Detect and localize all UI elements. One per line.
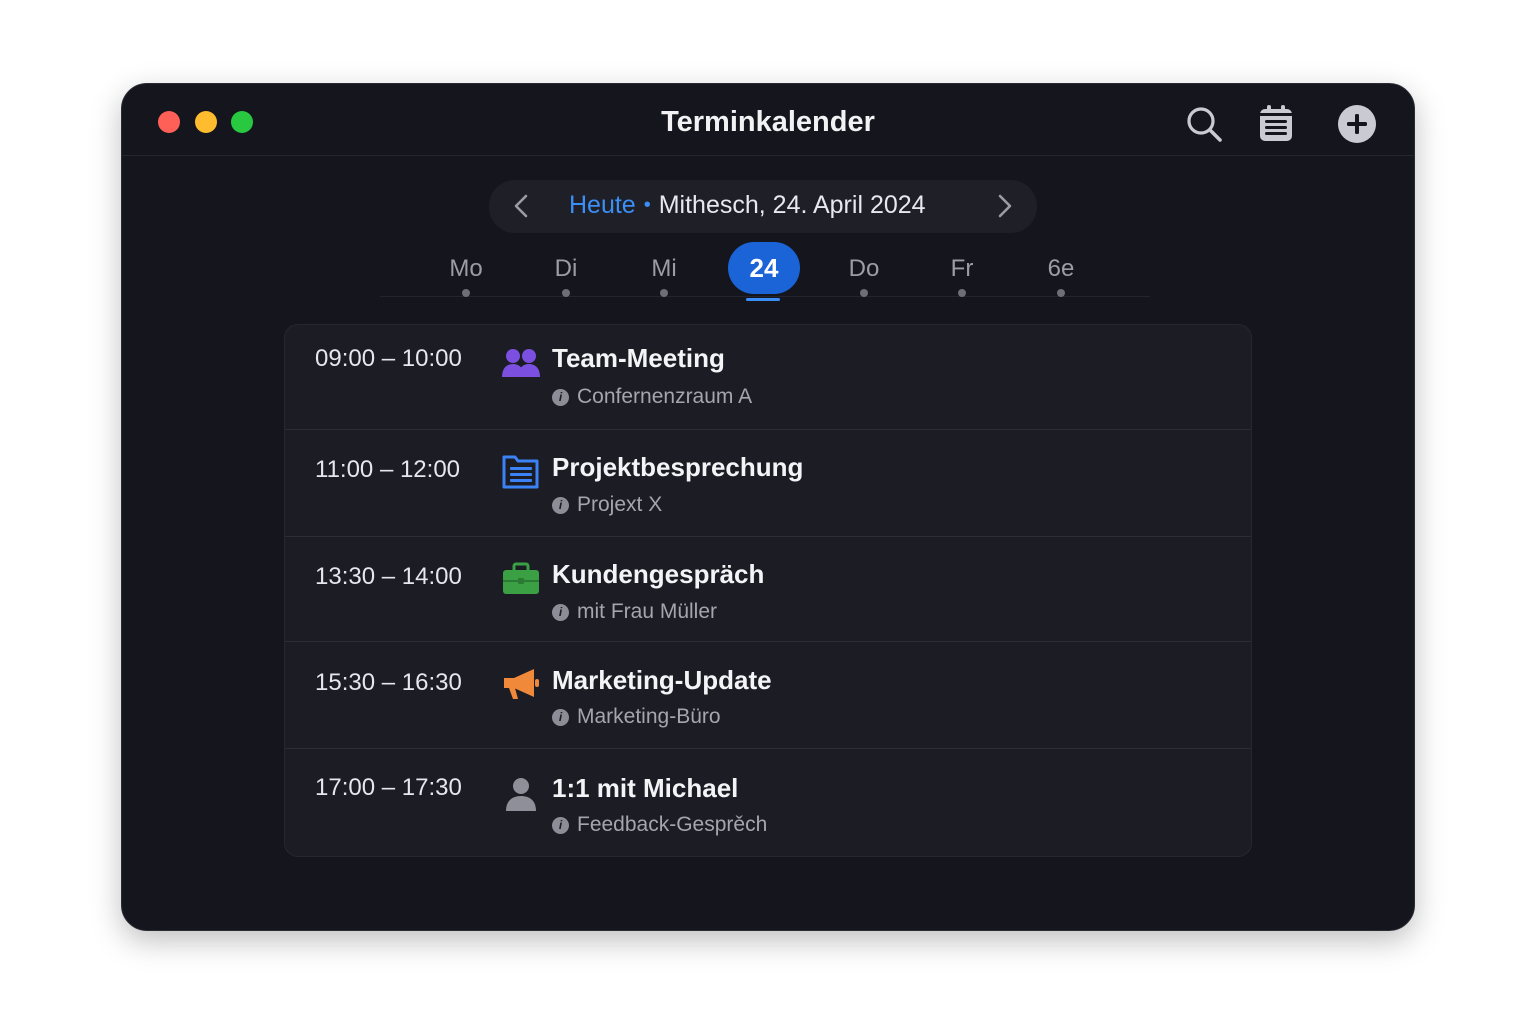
briefcase-icon <box>503 562 539 594</box>
info-icon: i <box>552 604 569 621</box>
date-separator: • <box>643 194 651 216</box>
day-label: 6e <box>1047 255 1075 282</box>
day-di[interactable]: Di <box>530 239 602 297</box>
title-bar: Terminkalender <box>122 84 1414 156</box>
event-time: 09:00 – 10:00 <box>315 345 462 372</box>
event-list: 09:00 – 10:00 Team-Meeting i Confernenzra… <box>284 324 1252 857</box>
event-title: Projektbesprechung <box>552 452 804 482</box>
info-icon: i <box>552 389 569 406</box>
event-title: Marketing-Update <box>552 665 772 695</box>
info-icon: i <box>552 817 569 834</box>
event-time: 17:00 – 17:30 <box>315 774 462 801</box>
event-subtitle: i Feedback-Gesprěch <box>552 813 767 837</box>
info-icon: i <box>552 709 569 726</box>
event-time: 11:00 – 12:00 <box>315 456 461 483</box>
add-event-button[interactable] <box>1337 104 1377 144</box>
date-display: Heute • Mithesch, 24. April 2024 <box>569 191 926 220</box>
week-strip: Mo Di Mi 24 Do Fr 6e <box>380 239 1150 301</box>
event-location: Confernenzraum A <box>577 385 753 408</box>
calendar-list-icon[interactable] <box>1256 104 1296 144</box>
day-fr[interactable]: Fr <box>926 239 998 297</box>
day-label: Mo <box>449 255 483 282</box>
current-date: Mithesch, 24. April 2024 <box>658 191 926 219</box>
event-indicator-dot <box>1057 289 1065 297</box>
today-button[interactable]: Heute <box>569 191 636 219</box>
event-row[interactable]: 13:30 – 14:00 Kundengespräch i mit Frau M… <box>285 537 1251 642</box>
event-subtitle: i Marketing-Büro <box>552 705 721 729</box>
event-indicator-dot <box>860 289 868 297</box>
selected-day-underline <box>746 298 780 301</box>
event-location: mit Frau Müller <box>577 600 718 623</box>
next-day-button[interactable] <box>991 193 1017 219</box>
event-row[interactable]: 09:00 – 10:00 Team-Meeting i Confernenzra… <box>285 325 1251 430</box>
day-label: Di <box>554 255 578 282</box>
event-indicator-dot <box>462 289 470 297</box>
search-icon[interactable] <box>1184 104 1224 144</box>
info-icon: i <box>552 497 569 514</box>
day-selected-24[interactable]: 24 <box>728 242 800 294</box>
day-mi[interactable]: Mi <box>628 239 700 297</box>
document-icon <box>502 455 539 489</box>
event-subtitle: i mit Frau Müller <box>552 600 717 624</box>
megaphone-icon <box>504 669 539 699</box>
event-row[interactable]: 11:00 – 12:00 Projektbesprechung i Projex… <box>285 430 1251 537</box>
people-icon <box>502 349 540 377</box>
person-icon <box>506 778 536 811</box>
previous-day-button[interactable] <box>509 193 535 219</box>
event-indicator-dot <box>660 289 668 297</box>
day-sa[interactable]: 6e <box>1025 239 1097 297</box>
day-label: Fr <box>950 255 974 282</box>
event-indicator-dot <box>958 289 966 297</box>
date-navigator: Heute • Mithesch, 24. April 2024 <box>489 180 1037 233</box>
day-do[interactable]: Do <box>828 239 900 297</box>
event-location: Feedback-Gesprěch <box>577 813 768 836</box>
event-subtitle: i Confernenzraum A <box>552 385 752 409</box>
app-window: Terminkalender Heute • Mithesch, 24. April… <box>121 83 1415 931</box>
day-label: Do <box>848 255 880 282</box>
event-location: Marketing-Büro <box>577 705 721 728</box>
event-time: 13:30 – 14:00 <box>315 563 462 590</box>
event-title: Team-Meeting <box>552 343 725 373</box>
event-location: Projext X <box>577 493 663 516</box>
event-title: Kundengespräch <box>552 559 765 589</box>
day-mo[interactable]: Mo <box>430 239 502 297</box>
day-label: Mi <box>651 255 677 282</box>
day-label: 24 <box>749 253 779 283</box>
event-title: 1:1 mit Michael <box>552 773 739 803</box>
event-row[interactable]: 17:00 – 17:30 1:1 mit Michael i Feedback-… <box>285 749 1251 856</box>
event-subtitle: i Projext X <box>552 493 662 517</box>
event-time: 15:30 – 16:30 <box>315 669 462 696</box>
event-indicator-dot <box>562 289 570 297</box>
event-row[interactable]: 15:30 – 16:30 Marketing-Update i Marketin… <box>285 642 1251 749</box>
